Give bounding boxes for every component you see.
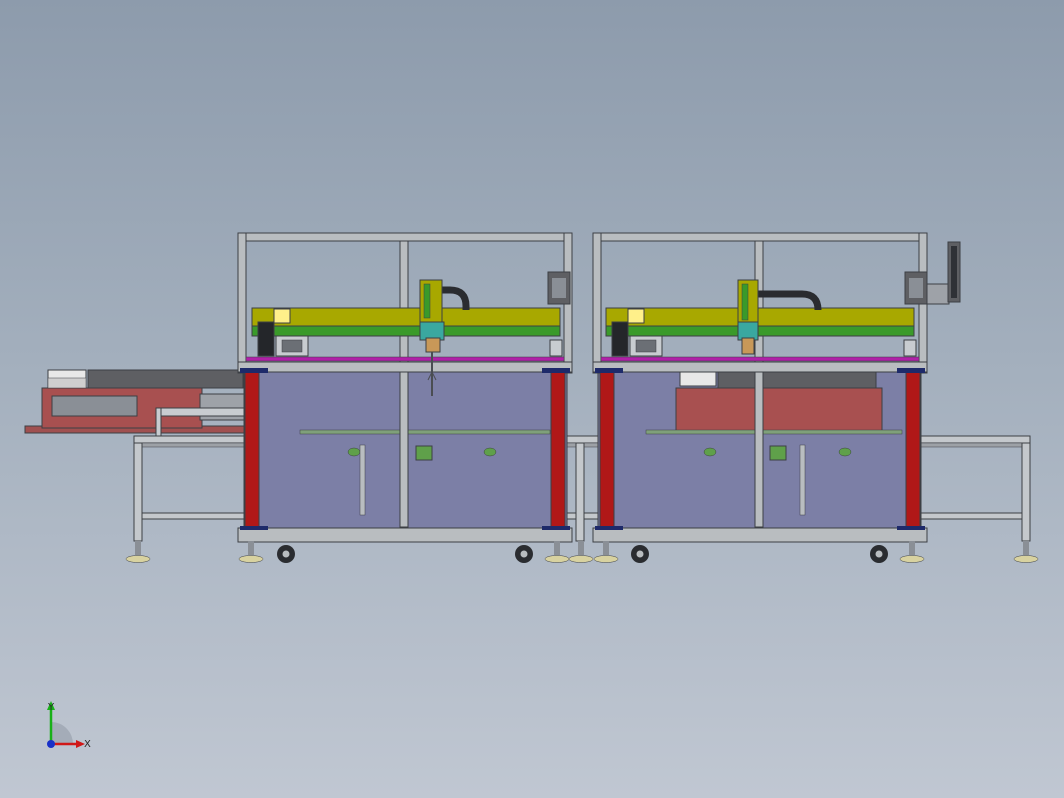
x-axis-label: X: [84, 739, 91, 750]
z-axis-dot-icon: [47, 740, 55, 748]
leveling-feet: [125, 541, 1039, 563]
machine-assembly-model[interactable]: [0, 0, 1064, 798]
cad-viewport[interactable]: Y X: [0, 0, 1064, 798]
module-1: [237, 232, 573, 543]
module-2: [592, 232, 961, 543]
y-axis-label: Y: [47, 702, 55, 713]
coordinate-triad: Y X: [47, 701, 91, 750]
